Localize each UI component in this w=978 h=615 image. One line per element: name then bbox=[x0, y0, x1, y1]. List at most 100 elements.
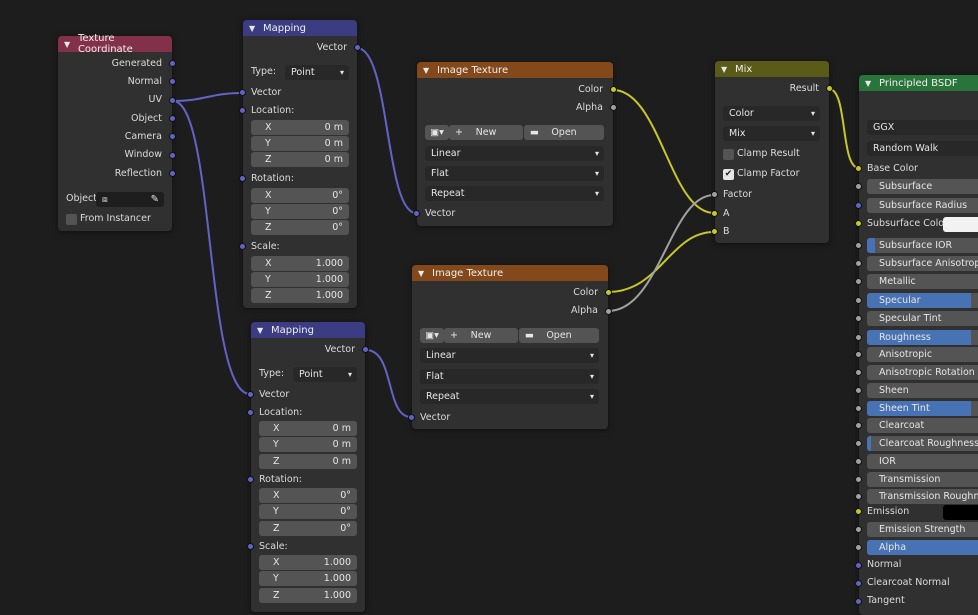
socket-subsurface-color[interactable] bbox=[855, 220, 862, 227]
socket-scale[interactable] bbox=[239, 243, 246, 250]
location-z[interactable]: Z 0 m bbox=[251, 152, 349, 167]
data-type-select[interactable]: Color ▾ bbox=[723, 106, 820, 121]
link-imgtex2-color-to-mix-b[interactable] bbox=[607, 231, 715, 293]
new-image-button[interactable]: + New bbox=[449, 125, 523, 140]
type-select[interactable]: Point ▾ bbox=[293, 367, 357, 382]
specular-slider[interactable]: Specular bbox=[867, 293, 978, 308]
open-image-button[interactable]: ▬ Open bbox=[524, 125, 604, 140]
socket-emission[interactable] bbox=[855, 508, 862, 515]
from-instancer-checkbox[interactable] bbox=[66, 214, 77, 225]
socket-anisotropic[interactable] bbox=[855, 351, 862, 358]
socket-clearcoat-normal[interactable] bbox=[855, 580, 862, 587]
projection-select[interactable]: Flat ▾ bbox=[425, 166, 604, 181]
location-y[interactable]: Y 0 m bbox=[259, 437, 357, 452]
collapse-chevron-icon[interactable]: ▼ bbox=[257, 326, 267, 335]
subsurface-slider[interactable]: Subsurface bbox=[867, 179, 978, 194]
socket-b[interactable] bbox=[711, 228, 718, 235]
ior-slider[interactable]: IOR bbox=[867, 454, 978, 469]
node-header[interactable]: ▼ Image Texture bbox=[417, 62, 613, 78]
socket-tangent[interactable] bbox=[855, 598, 862, 605]
node-header[interactable]: ▼ Image Texture bbox=[412, 265, 608, 281]
socket-color[interactable] bbox=[605, 289, 612, 296]
socket-emission-strength[interactable] bbox=[855, 526, 862, 533]
scale-y[interactable]: Y 1.000 bbox=[251, 272, 349, 287]
socket-clearcoat[interactable] bbox=[855, 422, 862, 429]
eyedropper-icon[interactable]: ✎ bbox=[151, 192, 159, 207]
collapse-chevron-icon[interactable]: ▼ bbox=[721, 65, 731, 74]
socket-sheen[interactable] bbox=[855, 387, 862, 394]
type-select[interactable]: Point ▾ bbox=[285, 65, 349, 80]
socket-specular-tint[interactable] bbox=[855, 315, 862, 322]
socket-a[interactable] bbox=[711, 210, 718, 217]
collapse-chevron-icon[interactable]: ▼ bbox=[865, 79, 875, 88]
socket-vector-in[interactable] bbox=[239, 89, 246, 96]
node-header[interactable]: ▼ Texture Coordinate bbox=[58, 33, 172, 55]
open-image-button[interactable]: ▬ Open bbox=[519, 328, 599, 343]
socket-metallic[interactable] bbox=[855, 278, 862, 285]
clamp-result-checkbox[interactable] bbox=[723, 149, 734, 160]
rotation-x[interactable]: X 0° bbox=[259, 488, 357, 503]
socket-subsurface-ior[interactable] bbox=[855, 242, 862, 249]
node-header[interactable]: ▼ Principled BSDF bbox=[859, 75, 978, 91]
mapping-node-1[interactable]: ▼ Mapping Vector Type: Point ▾ Vector Loc… bbox=[239, 20, 361, 308]
image-texture-node-2[interactable]: ▼ Image Texture Color Alpha ▣▾ + New ▬ Ope… bbox=[408, 265, 612, 429]
specular-tint-slider[interactable]: Specular Tint bbox=[867, 311, 978, 326]
socket-roughness[interactable] bbox=[855, 334, 862, 341]
rotation-z[interactable]: Z 0° bbox=[259, 521, 357, 536]
interpolation-select[interactable]: Linear ▾ bbox=[425, 146, 604, 161]
socket-color[interactable] bbox=[610, 86, 617, 93]
rotation-x[interactable]: X 0° bbox=[251, 188, 349, 203]
roughness-slider[interactable]: Roughness bbox=[867, 330, 978, 345]
image-texture-node-1[interactable]: ▼ Image Texture Color Alpha ▣▾ + New ▬ Ope… bbox=[413, 62, 617, 226]
socket-normal[interactable] bbox=[169, 78, 176, 85]
socket-rotation[interactable] bbox=[239, 175, 246, 182]
socket-vector-in[interactable] bbox=[247, 391, 254, 398]
sheen-tint-slider[interactable]: Sheen Tint bbox=[867, 401, 978, 416]
collapse-chevron-icon[interactable]: ▼ bbox=[64, 40, 74, 49]
mix-node[interactable]: ▼ Mix Result Color ▾ Mix ▾ Clamp Result ✔ … bbox=[711, 61, 833, 243]
location-x[interactable]: X 0 m bbox=[251, 120, 349, 135]
socket-normal[interactable] bbox=[855, 562, 862, 569]
link-imgtex2-alpha-to-mix-factor[interactable] bbox=[607, 194, 715, 312]
socket-alpha[interactable] bbox=[605, 308, 612, 315]
collapse-chevron-icon[interactable]: ▼ bbox=[418, 269, 428, 278]
principled-bsdf-node[interactable]: ▼ Principled BSDF GGX Random Walk Base C… bbox=[855, 75, 978, 615]
socket-sheen-tint[interactable] bbox=[855, 405, 862, 412]
scale-z[interactable]: Z 1.000 bbox=[259, 588, 357, 603]
subsurface-ior-slider[interactable]: Subsurface IOR bbox=[867, 238, 978, 253]
link-imgtex1-color-to-mix-a[interactable] bbox=[612, 89, 715, 214]
location-x[interactable]: X 0 m bbox=[259, 421, 357, 436]
socket-vector-in[interactable] bbox=[413, 210, 420, 217]
clamp-factor-checkbox[interactable]: ✔ bbox=[723, 169, 734, 180]
collapse-chevron-icon[interactable]: ▼ bbox=[423, 66, 433, 75]
link-uv-to-mapping1[interactable] bbox=[172, 92, 243, 102]
scale-x[interactable]: X 1.000 bbox=[259, 555, 357, 570]
link-mapping1-to-imgtex1[interactable] bbox=[356, 47, 417, 214]
rotation-y[interactable]: Y 0° bbox=[251, 204, 349, 219]
alpha-slider[interactable]: Alpha bbox=[867, 540, 978, 555]
object-picker[interactable]: ⧈ ✎ bbox=[96, 192, 164, 207]
socket-scale[interactable] bbox=[247, 543, 254, 550]
texture-coordinate-node[interactable]: ▼ Texture Coordinate Generated Normal UV… bbox=[58, 33, 176, 231]
link-mix-to-bsdf-basecolor[interactable] bbox=[828, 88, 860, 169]
socket-transmission[interactable] bbox=[855, 476, 862, 483]
anisotropic-slider[interactable]: Anisotropic bbox=[867, 347, 978, 362]
socket-vector-out[interactable] bbox=[362, 346, 369, 353]
socket-base-color[interactable] bbox=[855, 165, 862, 172]
distribution-select[interactable]: GGX bbox=[867, 120, 978, 135]
socket-vector-in[interactable] bbox=[408, 414, 415, 421]
socket-object[interactable] bbox=[169, 115, 176, 122]
rotation-y[interactable]: Y 0° bbox=[259, 504, 357, 519]
socket-subsurface-anisotropy[interactable] bbox=[855, 260, 862, 267]
socket-transmission-roughness[interactable] bbox=[855, 493, 862, 500]
scale-z[interactable]: Z 1.000 bbox=[251, 288, 349, 303]
projection-select[interactable]: Flat ▾ bbox=[420, 369, 599, 384]
subsurface-radius-field[interactable]: Subsurface Radius bbox=[867, 198, 978, 213]
clearcoat-slider[interactable]: Clearcoat bbox=[867, 418, 978, 433]
location-z[interactable]: Z 0 m bbox=[259, 454, 357, 469]
extension-select[interactable]: Repeat ▾ bbox=[425, 186, 604, 201]
socket-factor[interactable] bbox=[711, 191, 718, 198]
emission-color-swatch[interactable] bbox=[943, 505, 978, 520]
scale-y[interactable]: Y 1.000 bbox=[259, 571, 357, 586]
socket-alpha[interactable] bbox=[855, 544, 862, 551]
